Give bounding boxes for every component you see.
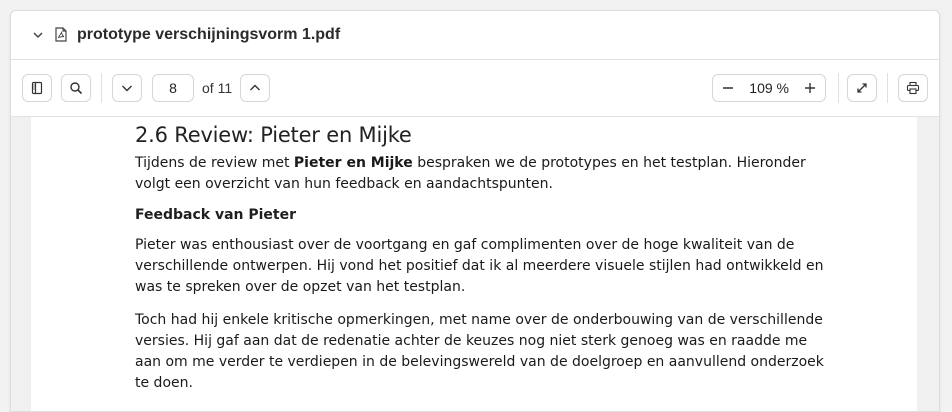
zoom-control: 109 % <box>712 74 826 102</box>
pdf-viewer-panel: prototype verschijningsvorm 1.pdf 8 of 1… <box>10 10 940 412</box>
feedback-paragraph-1: Pieter was enthousiast over de voortgang… <box>135 237 824 295</box>
pdf-toolbar: 8 of 11 109 % <box>11 60 939 117</box>
feedback-subheading: Feedback van Pieter <box>135 207 297 223</box>
intro-text-start: Tijdens de review met <box>135 155 294 171</box>
page-number-input[interactable]: 8 <box>152 74 194 102</box>
zoom-out-button[interactable] <box>713 75 743 101</box>
chevron-down-icon <box>122 85 132 92</box>
document-viewport[interactable]: 2.6 Review: Pieter en Mijke Tijdens de r… <box>11 117 939 411</box>
plus-icon <box>805 83 815 93</box>
search-button[interactable] <box>61 74 91 102</box>
pdf-file-icon <box>55 27 69 43</box>
section-heading: 2.6 Review: Pieter en Mijke <box>135 123 412 147</box>
search-icon <box>70 82 83 95</box>
expand-icon <box>857 83 867 93</box>
print-button[interactable] <box>898 74 928 102</box>
sidebar-toggle-button[interactable] <box>22 74 52 102</box>
toolbar-divider <box>838 73 839 103</box>
toolbar-divider <box>101 73 102 103</box>
previous-page-button[interactable] <box>240 74 271 102</box>
zoom-in-button[interactable] <box>795 75 825 101</box>
feedback-paragraph-2: Toch had hij enkele kritische opmerkinge… <box>135 312 824 391</box>
sidebar-toggle-icon <box>31 81 43 95</box>
file-name: prototype verschijningsvorm 1.pdf <box>77 26 341 43</box>
minus-icon <box>723 87 734 89</box>
chevron-up-icon <box>250 84 261 91</box>
toolbar-divider <box>887 73 888 103</box>
fullscreen-button[interactable] <box>847 74 877 102</box>
zoom-level[interactable]: 109 % <box>743 80 795 96</box>
page-content: 2.6 Review: Pieter en Mijke Tijdens de r… <box>135 123 835 406</box>
file-header: prototype verschijningsvorm 1.pdf <box>11 11 939 60</box>
intro-paragraph: Tijdens de review met Pieter en Mijke be… <box>135 153 835 195</box>
next-page-button[interactable] <box>112 74 142 102</box>
pdf-page: 2.6 Review: Pieter en Mijke Tijdens de r… <box>31 117 917 411</box>
collapse-chevron-icon[interactable] <box>31 28 45 42</box>
page-total-label: of 11 <box>202 80 233 96</box>
intro-names: Pieter en Mijke <box>293 155 413 171</box>
printer-icon <box>906 81 920 95</box>
